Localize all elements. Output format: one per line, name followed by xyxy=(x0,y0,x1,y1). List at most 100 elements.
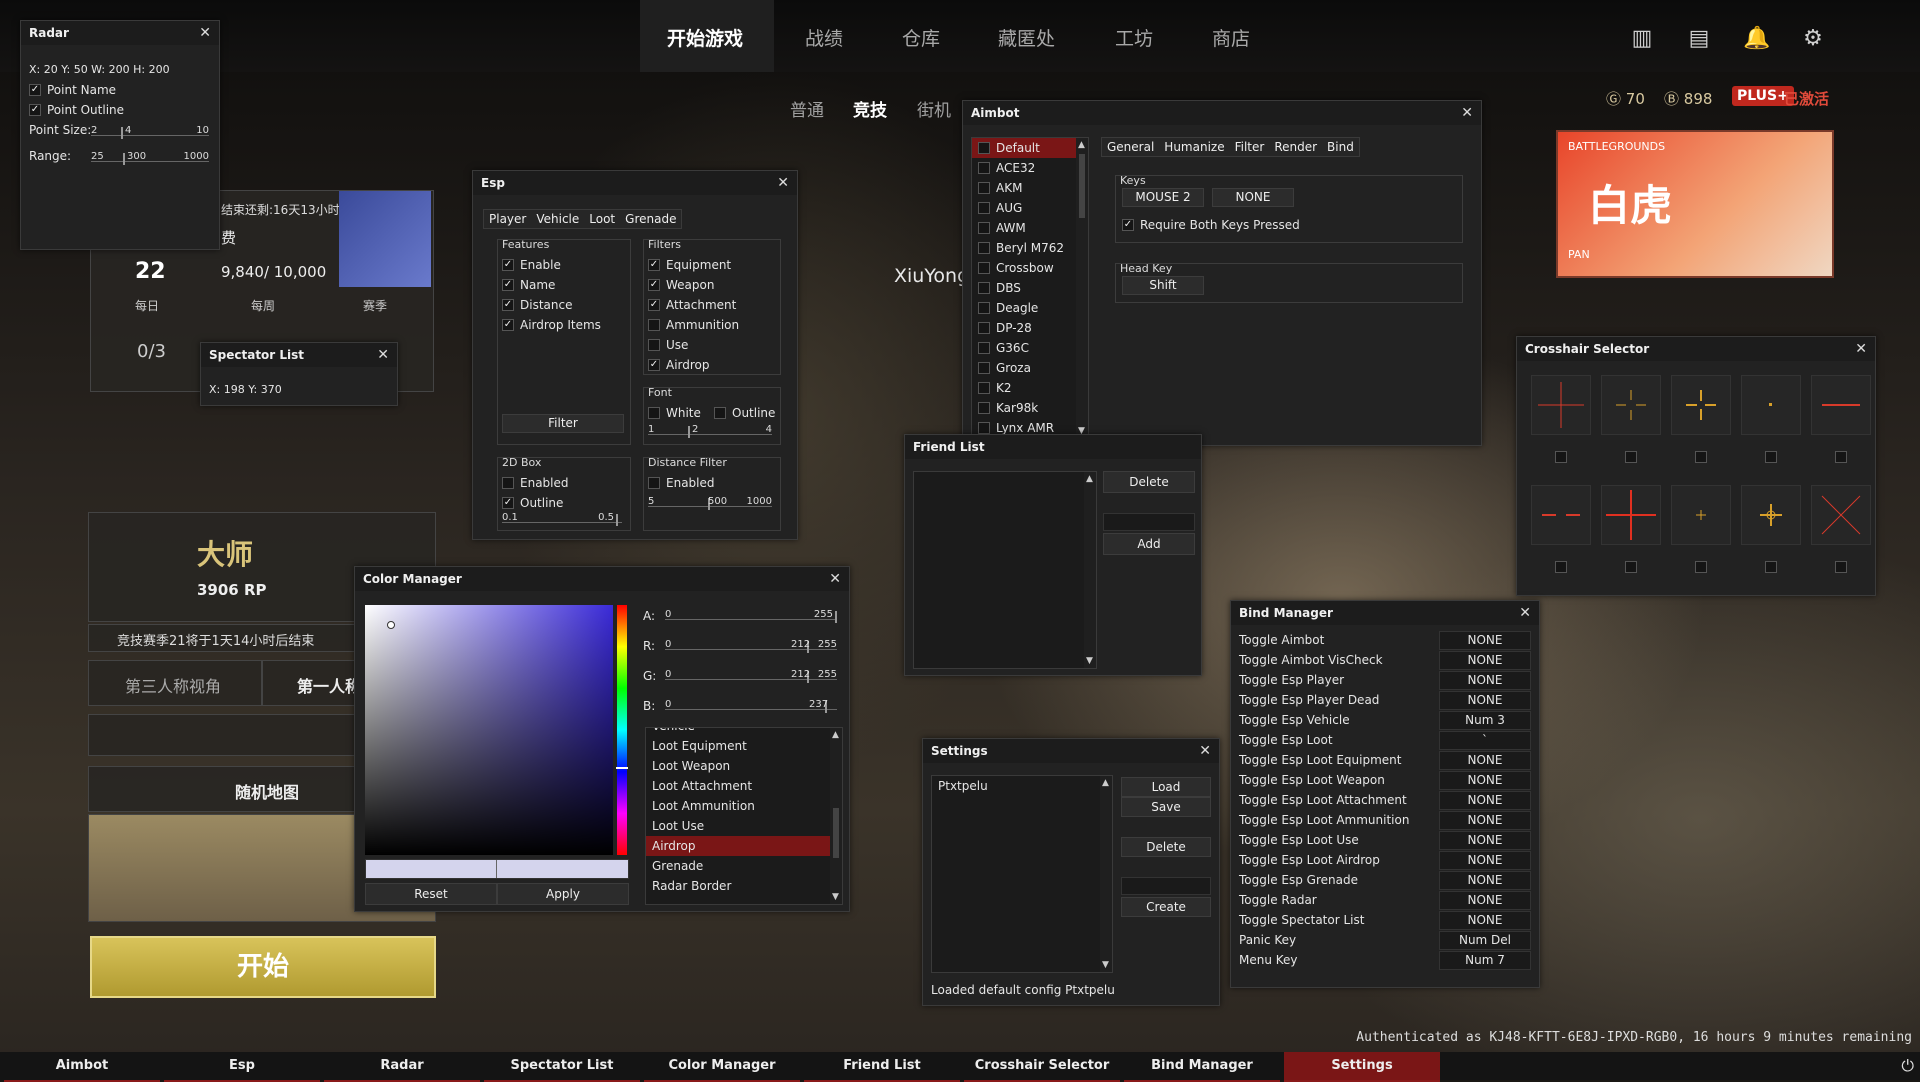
close-icon[interactable]: ✕ xyxy=(1519,601,1531,625)
scroll-up-icon[interactable]: ▲ xyxy=(1078,140,1085,150)
weapon-item[interactable]: DBS xyxy=(972,278,1088,298)
weapon-item[interactable]: DP-28 xyxy=(972,318,1088,338)
crosshair-option-9[interactable] xyxy=(1741,485,1801,545)
weapon-item[interactable]: Default xyxy=(972,138,1088,158)
power-icon[interactable]: ⏻ xyxy=(1901,1056,1914,1076)
subtab-arcade[interactable]: 街机 xyxy=(917,96,951,121)
crosshair-option-7[interactable] xyxy=(1601,485,1661,545)
config-save-button[interactable]: Save xyxy=(1121,797,1211,817)
crosshair-checkbox[interactable] xyxy=(1765,561,1777,573)
weapon-item[interactable]: Beryl M762 xyxy=(972,238,1088,258)
bind-key-button[interactable]: NONE xyxy=(1439,811,1531,830)
scroll-down-icon[interactable]: ▼ xyxy=(1102,960,1109,970)
subtab-ranked[interactable]: 竞技 xyxy=(853,96,887,121)
bind-key-button[interactable]: ` xyxy=(1439,731,1531,750)
feature-airdrop-items[interactable]: ✓ Airdrop Items xyxy=(502,318,601,332)
bind-key-button[interactable]: NONE xyxy=(1439,631,1531,650)
bind-key-button[interactable]: Num 3 xyxy=(1439,711,1531,730)
crosshair-title-bar[interactable]: Crosshair Selector ✕ xyxy=(1517,337,1875,361)
font-white[interactable]: White xyxy=(648,406,701,420)
config-delete-button[interactable]: Delete xyxy=(1121,837,1211,857)
checkbox-unchecked[interactable] xyxy=(978,141,990,154)
mission-weekly[interactable]: 每周 xyxy=(251,297,275,314)
color-target-item[interactable]: Vehicle xyxy=(646,728,842,736)
checkbox-checked[interactable]: ✓ xyxy=(1122,218,1134,231)
spectator-title-bar[interactable]: Spectator List ✕ xyxy=(201,343,397,367)
tab-filter[interactable]: Filter xyxy=(1230,138,1270,156)
head-key-button[interactable]: Shift xyxy=(1122,276,1204,295)
color-target-item[interactable]: Loot Attachment xyxy=(646,776,842,796)
weapon-skin-image[interactable] xyxy=(339,191,431,287)
color-target-item[interactable]: Loot Ammunition xyxy=(646,796,842,816)
scrollbar[interactable]: ▲ ▼ xyxy=(830,728,842,904)
config-load-button[interactable]: Load xyxy=(1121,777,1211,797)
crosshair-checkbox[interactable] xyxy=(1555,561,1567,573)
checkbox-unchecked[interactable] xyxy=(978,401,990,414)
checkbox-unchecked[interactable] xyxy=(978,201,990,214)
config-name-input[interactable] xyxy=(1121,877,1211,895)
color-apply-button[interactable]: Apply xyxy=(497,883,629,905)
bell-icon[interactable]: 🔔 xyxy=(1743,26,1770,52)
scroll-up-icon[interactable]: ▲ xyxy=(1102,778,1109,788)
config-list[interactable]: Ptxtpelu ▲ ▼ xyxy=(931,775,1113,973)
friend-delete-button[interactable]: Delete xyxy=(1103,471,1195,493)
weapon-item[interactable]: Groza xyxy=(972,358,1088,378)
tab-render[interactable]: Render xyxy=(1269,138,1322,156)
close-icon[interactable]: ✕ xyxy=(829,567,841,591)
weapon-item[interactable]: AKM xyxy=(972,178,1088,198)
distance-enabled[interactable]: Enabled xyxy=(648,476,715,490)
friend-list-box[interactable]: ▲ ▼ xyxy=(913,471,1097,669)
config-create-button[interactable]: Create xyxy=(1121,897,1211,917)
box-enabled[interactable]: Enabled xyxy=(502,476,569,490)
blue-slider[interactable]: 0 237 xyxy=(665,699,837,715)
nav-tab-workshop[interactable]: 工坊 xyxy=(1115,24,1153,51)
checkbox-unchecked[interactable] xyxy=(978,261,990,274)
calendar-icon[interactable]: ▥ xyxy=(1629,26,1655,52)
nav-tab-play[interactable]: 开始游戏 xyxy=(667,24,743,51)
color-manager-title-bar[interactable]: Color Manager ✕ xyxy=(355,567,849,591)
bind-key-button[interactable]: NONE xyxy=(1439,651,1531,670)
checkbox-unchecked[interactable] xyxy=(978,241,990,254)
friend-name-input[interactable] xyxy=(1103,513,1195,531)
tab-general[interactable]: General xyxy=(1102,138,1159,156)
nav-tab-stash[interactable]: 藏匿处 xyxy=(998,24,1055,51)
checkbox-checked[interactable]: ✓ xyxy=(502,298,514,311)
crosshair-checkbox[interactable] xyxy=(1695,451,1707,463)
checkbox-unchecked[interactable] xyxy=(978,181,990,194)
close-icon[interactable]: ✕ xyxy=(1199,739,1211,763)
checkbox-checked[interactable]: ✓ xyxy=(648,358,660,371)
scroll-thumb[interactable] xyxy=(1079,154,1085,218)
filter-airdrop[interactable]: ✓ Airdrop xyxy=(648,358,710,372)
weapon-item[interactable]: Crossbow xyxy=(972,258,1088,278)
radar-point-outline[interactable]: ✓ Point Outline xyxy=(29,103,124,117)
crosshair-option-1[interactable] xyxy=(1531,375,1591,435)
color-target-item[interactable]: Radar Border xyxy=(646,876,842,896)
mission-icon[interactable]: ▤ xyxy=(1686,26,1712,52)
crosshair-option-10[interactable] xyxy=(1811,485,1871,545)
scroll-up-icon[interactable]: ▲ xyxy=(1086,474,1093,484)
point-size-slider[interactable]: 2 4 10 xyxy=(91,125,209,141)
feature-name[interactable]: ✓ Name xyxy=(502,278,555,292)
feature-enable[interactable]: ✓ Enable xyxy=(502,258,561,272)
checkbox-unchecked[interactable] xyxy=(978,361,990,374)
bind-key-button[interactable]: NONE xyxy=(1439,911,1531,930)
checkbox-unchecked[interactable] xyxy=(978,161,990,174)
radar-point-name[interactable]: ✓ Point Name xyxy=(29,83,116,97)
bind-key-button[interactable]: Num Del xyxy=(1439,931,1531,950)
taskbar-item[interactable]: Crosshair Selector xyxy=(964,1052,1120,1082)
close-icon[interactable]: ✕ xyxy=(1461,101,1473,125)
filter-weapon[interactable]: ✓ Weapon xyxy=(648,278,714,292)
checkbox-unchecked[interactable] xyxy=(648,476,660,489)
tpp-button[interactable]: 第三人称视角 xyxy=(88,660,262,706)
color-target-item[interactable]: Loot Weapon xyxy=(646,756,842,776)
bind-key-button[interactable]: Num 7 xyxy=(1439,951,1531,970)
scroll-thumb[interactable] xyxy=(833,808,839,858)
taskbar-item[interactable]: Esp xyxy=(164,1052,320,1082)
gear-icon[interactable]: ⚙ xyxy=(1800,26,1826,52)
color-target-list[interactable]: VehicleLoot EquipmentLoot WeaponLoot Att… xyxy=(645,727,843,905)
box-thickness-slider[interactable]: 0.1 0.5 xyxy=(502,512,622,528)
checkbox-unchecked[interactable] xyxy=(978,421,990,434)
bind-key-button[interactable]: NONE xyxy=(1439,791,1531,810)
crosshair-option-6[interactable] xyxy=(1531,485,1591,545)
bind-key-button[interactable]: NONE xyxy=(1439,771,1531,790)
